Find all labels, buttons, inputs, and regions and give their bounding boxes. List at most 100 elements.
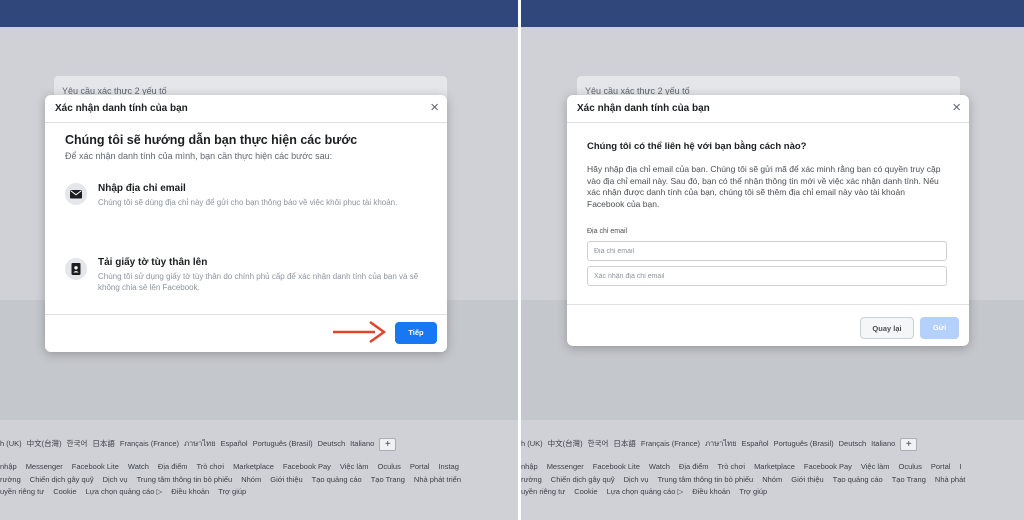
language-link[interactable]: 한국어 bbox=[588, 439, 609, 448]
footer-link[interactable]: uyền riêng tư bbox=[521, 486, 565, 499]
email-field-label: Địa chỉ email bbox=[587, 228, 628, 235]
close-icon[interactable]: × bbox=[952, 98, 961, 118]
footer-link[interactable]: Trò chơi bbox=[197, 461, 225, 474]
footer-link[interactable]: Marketplace bbox=[233, 461, 274, 474]
footer-link[interactable]: Tạo quảng cáo bbox=[312, 474, 362, 487]
language-link[interactable]: ภาษาไทย bbox=[184, 439, 215, 448]
language-link[interactable]: Français (France) bbox=[120, 439, 179, 448]
footer-link[interactable]: Messenger bbox=[547, 461, 584, 474]
language-link[interactable]: Deutsch bbox=[839, 439, 867, 448]
footer-link[interactable]: Watch bbox=[128, 461, 149, 474]
footer-link[interactable]: Cookie bbox=[574, 486, 597, 499]
language-link[interactable]: 日本語 bbox=[92, 439, 115, 448]
dialog-header: Xác nhận danh tính của bạn × bbox=[45, 95, 447, 123]
footer-link[interactable]: Instag bbox=[438, 461, 458, 474]
footer-link[interactable]: Tạo Trang bbox=[892, 474, 926, 487]
footer-link[interactable]: Trợ giúp bbox=[739, 486, 767, 499]
footer-link[interactable]: Nhóm bbox=[241, 474, 261, 487]
footer-link[interactable]: Lựa chọn quảng cáo ▷ bbox=[607, 486, 684, 499]
top-navigation-bar bbox=[0, 0, 518, 27]
add-language-button[interactable]: + bbox=[379, 438, 397, 451]
language-link[interactable]: Deutsch bbox=[318, 439, 346, 448]
email-input[interactable] bbox=[587, 241, 947, 261]
language-link[interactable]: Español bbox=[741, 439, 768, 448]
language-link[interactable]: Português (Brasil) bbox=[253, 439, 313, 448]
language-link[interactable]: Italiano bbox=[871, 439, 895, 448]
language-link[interactable]: ภาษาไทย bbox=[705, 439, 736, 448]
footer-link[interactable]: Messenger bbox=[26, 461, 63, 474]
send-button[interactable]: Gửi bbox=[920, 317, 959, 339]
footer-link[interactable]: Điều khoản bbox=[171, 486, 209, 499]
footer-link[interactable]: nhập bbox=[521, 461, 538, 474]
footer-link[interactable]: Nhà phát bbox=[935, 474, 965, 487]
language-link[interactable]: h (UK) bbox=[521, 439, 543, 448]
footer-link[interactable]: Portal bbox=[410, 461, 430, 474]
footer-link[interactable]: Marketplace bbox=[754, 461, 795, 474]
footer-link[interactable]: Giới thiệu bbox=[791, 474, 823, 487]
footer-link[interactable]: Facebook Pay bbox=[804, 461, 852, 474]
right-screenshot-panel: Yêu cầu xác thực 2 yếu tố h (UK) 中文(台灣) 한국… bbox=[521, 0, 1024, 520]
footer-link[interactable]: Việc làm bbox=[861, 461, 890, 474]
left-screenshot-panel: Yêu cầu xác thực 2 yếu tố h (UK) 中文(台灣) 한국… bbox=[0, 0, 518, 520]
envelope-icon bbox=[65, 183, 87, 205]
footer-link[interactable]: nhập bbox=[0, 461, 17, 474]
steps-heading: Chúng tôi sẽ hướng dẫn bạn thực hiện các… bbox=[65, 133, 358, 147]
footer-link[interactable]: Watch bbox=[649, 461, 670, 474]
language-link[interactable]: 中文(台灣) bbox=[27, 439, 62, 448]
footer-link[interactable]: Trò chơi bbox=[718, 461, 746, 474]
footer-link[interactable]: Cookie bbox=[53, 486, 76, 499]
step-id-description: Chúng tôi sử dụng giấy tờ tùy thân do ch… bbox=[98, 272, 419, 292]
language-link[interactable]: Español bbox=[220, 439, 247, 448]
footer-links: nhập Messenger Facebook Lite Watch Địa điểm T… bbox=[521, 461, 1024, 499]
language-link[interactable]: Português (Brasil) bbox=[774, 439, 834, 448]
footer-link[interactable]: uyền riêng tư bbox=[0, 486, 44, 499]
footer-link[interactable]: Việc làm bbox=[340, 461, 369, 474]
footer-link[interactable]: Chiến dịch gây quỹ bbox=[30, 474, 94, 487]
footer-link[interactable]: Tạo Trang bbox=[371, 474, 405, 487]
footer-link[interactable]: Facebook Pay bbox=[283, 461, 331, 474]
footer-link[interactable]: I bbox=[959, 461, 961, 474]
language-link[interactable]: 中文(台灣) bbox=[548, 439, 583, 448]
footer-link[interactable]: Tạo quảng cáo bbox=[833, 474, 883, 487]
step-email-title: Nhập địa chỉ email bbox=[98, 183, 186, 194]
contact-email-dialog: Xác nhận danh tính của bạn × Chúng tôi c… bbox=[567, 95, 969, 346]
footer-link[interactable]: Portal bbox=[931, 461, 951, 474]
footer-link[interactable]: Oculus bbox=[378, 461, 401, 474]
footer-links: nhập Messenger Facebook Lite Watch Địa điểm T… bbox=[0, 461, 518, 499]
footer-link[interactable]: Chiến dịch gây quỹ bbox=[551, 474, 615, 487]
footer-link[interactable]: rường bbox=[0, 474, 21, 487]
footer-link[interactable]: Trợ giúp bbox=[218, 486, 246, 499]
footer-link[interactable]: Trung tâm thông tin bỏ phiếu bbox=[137, 474, 233, 487]
language-link[interactable]: 한국어 bbox=[67, 439, 88, 448]
back-button[interactable]: Quay lại bbox=[860, 317, 914, 339]
footer-link[interactable]: Oculus bbox=[899, 461, 922, 474]
footer-link[interactable]: Địa điểm bbox=[679, 461, 709, 474]
contact-question-heading: Chúng tôi có thể liên hệ với bạn bằng cá… bbox=[587, 141, 807, 152]
language-link[interactable]: Français (France) bbox=[641, 439, 700, 448]
footer-link[interactable]: Lựa chọn quảng cáo ▷ bbox=[86, 486, 163, 499]
footer-link[interactable]: Nhà phát triển bbox=[414, 474, 461, 487]
confirm-email-input[interactable] bbox=[587, 266, 947, 286]
verify-identity-dialog: Xác nhận danh tính của bạn × Chúng tôi s… bbox=[45, 95, 447, 352]
footer-link[interactable]: Giới thiệu bbox=[270, 474, 302, 487]
footer-link[interactable]: Trung tâm thông tin bỏ phiếu bbox=[658, 474, 754, 487]
footer-link[interactable]: Nhóm bbox=[762, 474, 782, 487]
footer-link[interactable]: rường bbox=[521, 474, 542, 487]
footer-link[interactable]: Facebook Lite bbox=[72, 461, 119, 474]
close-icon[interactable]: × bbox=[430, 98, 439, 118]
language-link[interactable]: Italiano bbox=[350, 439, 374, 448]
red-arrow-icon bbox=[333, 320, 387, 344]
language-link[interactable]: h (UK) bbox=[0, 439, 22, 448]
add-language-button[interactable]: + bbox=[900, 438, 918, 451]
footer-link[interactable]: Dịch vụ bbox=[103, 474, 128, 487]
language-link[interactable]: 日本語 bbox=[613, 439, 636, 448]
footer-link[interactable]: Điều khoản bbox=[692, 486, 730, 499]
id-card-icon bbox=[65, 258, 87, 280]
footer-link[interactable]: Dịch vụ bbox=[624, 474, 649, 487]
dialog-title: Xác nhận danh tính của bạn bbox=[577, 103, 710, 114]
footer-link[interactable]: Facebook Lite bbox=[593, 461, 640, 474]
top-navigation-bar bbox=[521, 0, 1024, 27]
footer-link[interactable]: Địa điểm bbox=[158, 461, 188, 474]
language-list: h (UK) 中文(台灣) 한국어 日本語 Français (France) ภาษาไ… bbox=[0, 438, 401, 451]
next-button[interactable]: Tiếp bbox=[395, 322, 437, 344]
